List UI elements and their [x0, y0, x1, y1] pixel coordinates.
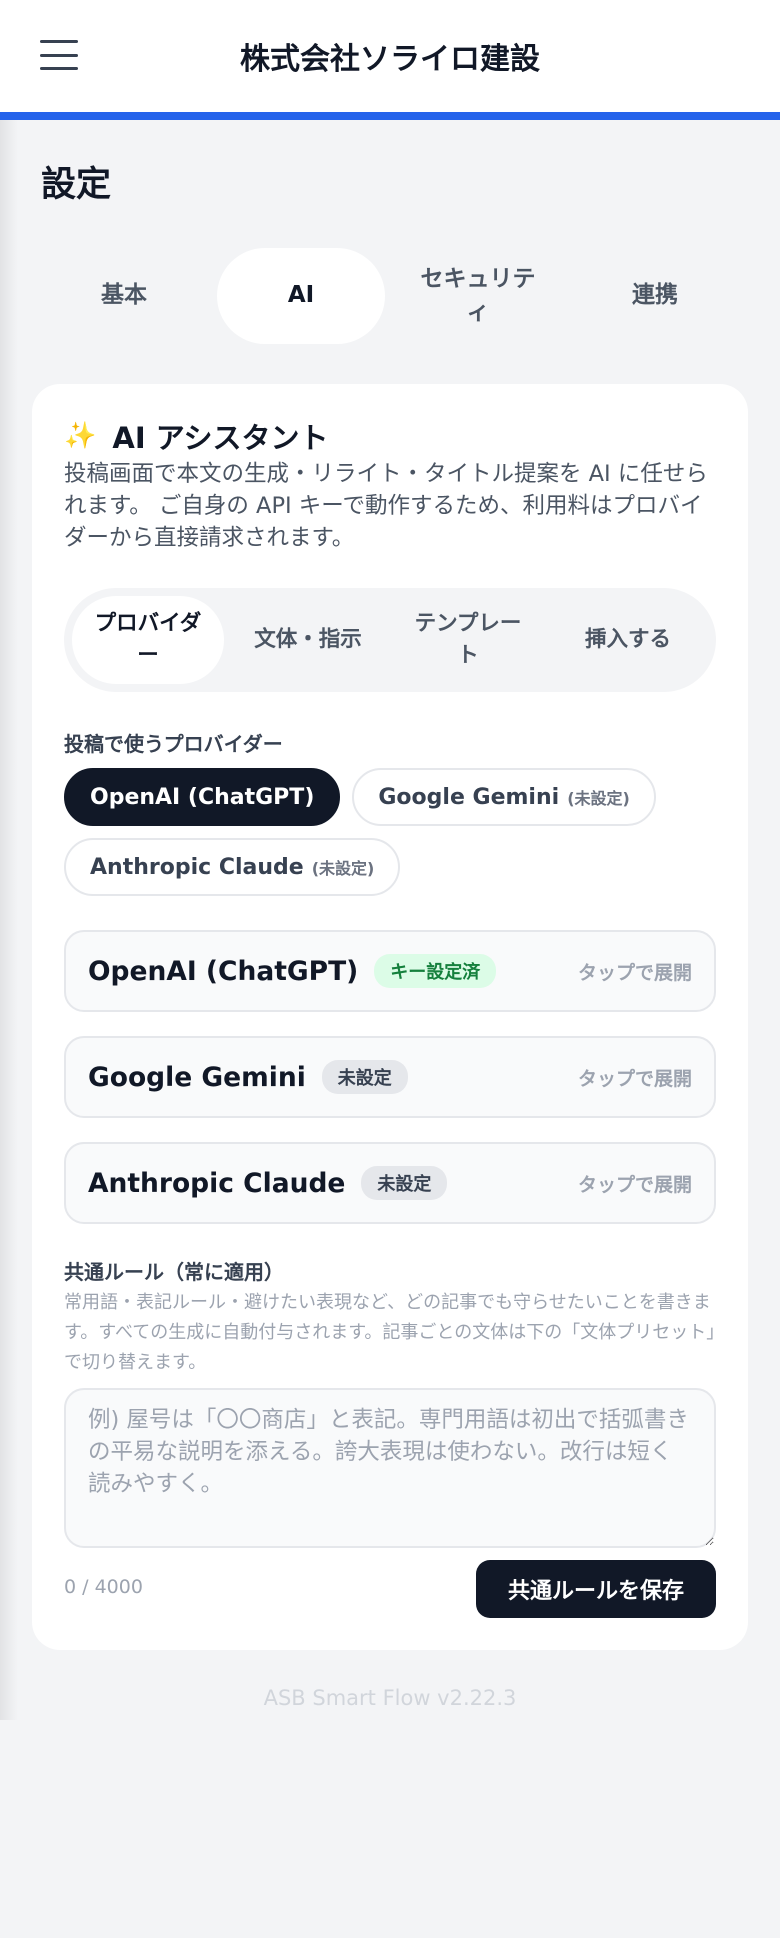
settings-page: 株式会社ソライロ建設 設定 基本 AI セキュリティ 連携 ✨ AI アシスタン… — [0, 0, 780, 1938]
tab-integrations[interactable]: 連携 — [571, 248, 739, 344]
card-title: AI アシスタント — [112, 421, 329, 455]
status-badge: キー設定済 — [374, 954, 497, 988]
app-version: ASB Smart Flow v2.22.3 — [263, 1686, 517, 1710]
header-accent-bar — [0, 112, 780, 120]
app-title: 株式会社ソライロ建設 — [240, 42, 540, 77]
subtab-provider[interactable]: プロバイダー — [72, 596, 224, 684]
chip-note: (未設定) — [311, 859, 375, 878]
provider-accordion-claude[interactable]: Anthropic Claude 未設定 タップで展開 — [64, 1142, 716, 1224]
ai-assistant-card: ✨ AI アシスタント 投稿画面で本文の生成・リライト・タイトル提案を AI に… — [32, 384, 748, 1650]
expand-hint: タップで展開 — [577, 1173, 692, 1196]
subtab-template[interactable]: テンプレート — [392, 596, 544, 684]
provider-accordion-gemini[interactable]: Google Gemini 未設定 タップで展開 — [64, 1036, 716, 1118]
save-common-rule-button[interactable]: 共通ルールを保存 — [476, 1560, 716, 1618]
common-rule-label: 共通ルール（常に適用） — [64, 1260, 284, 1284]
chip-label: Anthropic Claude — [90, 854, 304, 880]
provider-chip-openai[interactable]: OpenAI (ChatGPT) — [64, 768, 341, 826]
provider-select-label: 投稿で使うプロバイダー — [64, 732, 283, 756]
drawer-edge-shadow — [0, 120, 18, 1720]
chip-label: OpenAI (ChatGPT) — [90, 784, 315, 810]
app-header: 株式会社ソライロ建設 — [0, 0, 780, 112]
provider-accordion-openai[interactable]: OpenAI (ChatGPT) キー設定済 タップで展開 — [64, 930, 716, 1012]
subtab-insert[interactable]: 挿入する — [552, 596, 704, 684]
sparkle-icon: ✨ — [64, 421, 97, 451]
status-badge: 未設定 — [361, 1166, 448, 1200]
tab-ai[interactable]: AI — [217, 248, 385, 344]
character-count: 0 / 4000 — [64, 1576, 143, 1598]
card-title-row: ✨ AI アシスタント — [64, 416, 329, 456]
provider-chip-claude[interactable]: Anthropic Claude (未設定) — [64, 838, 401, 896]
chip-note: (未設定) — [567, 789, 630, 808]
page-title: 設定 — [41, 165, 112, 205]
tab-basic[interactable]: 基本 — [40, 248, 208, 344]
common-rule-help: 常用語・表記ルール・避けたい表現など、どの記事でも守らせたいことを書きます。すべ… — [64, 1292, 716, 1373]
ai-sub-tabs: プロバイダー 文体・指示 テンプレート 挿入する — [64, 588, 716, 692]
tab-security[interactable]: セキュリティ — [394, 248, 562, 344]
provider-chip-gemini[interactable]: Google Gemini (未設定) — [352, 768, 656, 826]
status-badge: 未設定 — [321, 1060, 408, 1094]
provider-name: OpenAI (ChatGPT) — [88, 955, 359, 987]
expand-hint: タップで展開 — [577, 961, 692, 984]
provider-name: Anthropic Claude — [88, 1167, 346, 1199]
provider-name: Google Gemini — [88, 1061, 306, 1093]
chip-label: Google Gemini — [378, 784, 560, 810]
common-rule-input[interactable] — [64, 1388, 716, 1548]
provider-chips: OpenAI (ChatGPT) Google Gemini (未設定) Ant… — [64, 768, 724, 908]
subtab-style[interactable]: 文体・指示 — [232, 596, 384, 684]
settings-tabs: 基本 AI セキュリティ 連携 — [40, 248, 740, 344]
expand-hint: タップで展開 — [577, 1067, 692, 1090]
card-description: 投稿画面で本文の生成・リライト・タイトル提案を AI に任せられます。 ご自身の… — [64, 461, 708, 551]
